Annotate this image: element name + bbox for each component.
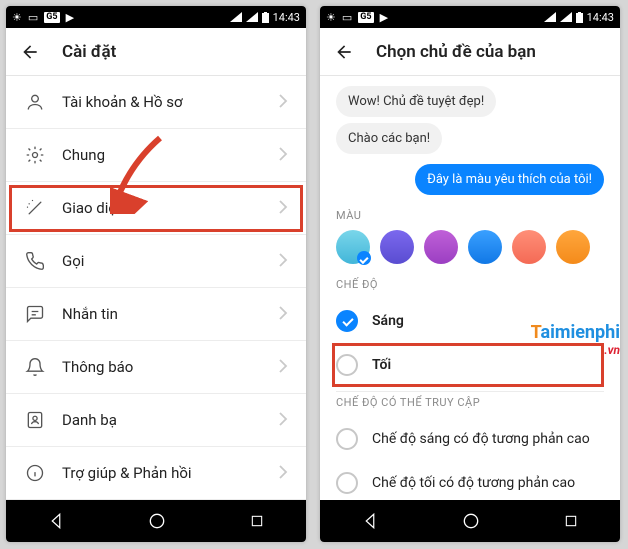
theme-body: Wow! Chủ đề tuyệt đẹp! Chào các bạn! Đây… xyxy=(320,76,620,500)
app-header: Cài đặt xyxy=(6,28,306,76)
battery-icon xyxy=(576,12,583,23)
color-swatches xyxy=(336,230,604,264)
page-title: Cài đặt xyxy=(62,42,116,62)
signal-icon xyxy=(246,12,258,22)
signal-icon xyxy=(544,12,556,22)
nav-recent-icon[interactable] xyxy=(563,513,579,529)
chevron-right-icon xyxy=(278,305,288,324)
preview-bubble-outgoing: Đây là màu yêu thích của tôi! xyxy=(415,164,604,195)
status-bar: ☀ ▭ G5 ▶ 14:43 xyxy=(320,6,620,28)
chevron-right-icon xyxy=(278,358,288,377)
phone-left: ☀ ▭ G5 ▶ 14:43 Cài đặt Tài khoản & Hồ sơ xyxy=(6,6,306,542)
swatch-orange[interactable] xyxy=(556,230,590,264)
preview-bubble-incoming: Wow! Chủ đề tuyệt đẹp! xyxy=(336,86,496,117)
chevron-right-icon xyxy=(278,146,288,165)
radio-label: Chế độ sáng có độ tương phản cao xyxy=(372,431,590,447)
brightness-icon: ☀ xyxy=(12,11,22,24)
brightness-icon: ☀ xyxy=(326,11,336,24)
row-contacts[interactable]: Danh bạ xyxy=(6,394,306,447)
android-navbar xyxy=(320,500,620,542)
mode-hc-dark[interactable]: Chế độ tối có độ tương phản cao xyxy=(336,461,604,500)
radio-label: Chế độ tối có độ tương phản cao xyxy=(372,475,575,491)
radio-label: Tối xyxy=(372,357,391,373)
section-mode-label: CHẾ ĐỘ xyxy=(336,278,604,291)
radio-icon xyxy=(336,310,358,332)
gear-icon xyxy=(24,145,46,165)
badge-icon: G5 xyxy=(358,12,373,23)
android-navbar xyxy=(6,500,306,542)
chat-icon xyxy=(24,304,46,324)
nav-home-icon[interactable] xyxy=(461,511,481,531)
mode-dark[interactable]: Tối xyxy=(332,343,604,387)
chevron-right-icon xyxy=(278,252,288,271)
youtube-icon: ▶ xyxy=(380,11,388,24)
radio-icon xyxy=(336,472,358,494)
back-icon[interactable] xyxy=(20,42,40,62)
nav-recent-icon[interactable] xyxy=(249,513,265,529)
phone-right: ☀ ▭ G5 ▶ 14:43 Chọn chủ đề của bạn Wow! … xyxy=(320,6,620,542)
section-a11y-label: CHẾ ĐỘ CÓ THỂ TRUY CẬP xyxy=(336,396,604,409)
status-time: 14:43 xyxy=(273,11,300,24)
chevron-right-icon xyxy=(278,93,288,112)
swatch-coral[interactable] xyxy=(512,230,546,264)
back-icon[interactable] xyxy=(334,42,354,62)
radio-icon xyxy=(336,354,358,376)
signal-icon xyxy=(230,12,242,22)
status-time: 14:43 xyxy=(587,11,614,24)
badge-icon: G5 xyxy=(44,12,59,23)
cast-icon: ▭ xyxy=(342,11,352,24)
row-label: Thông báo xyxy=(62,358,133,376)
signal-icon xyxy=(560,12,572,22)
battery-icon xyxy=(262,12,269,23)
row-label: Giao diện xyxy=(62,199,125,217)
chevron-right-icon xyxy=(278,464,288,483)
section-color-label: MÀU xyxy=(336,209,604,222)
radio-icon xyxy=(336,428,358,450)
contacts-icon xyxy=(24,410,46,430)
row-label: Chung xyxy=(62,146,105,164)
radio-label: Sáng xyxy=(372,313,404,329)
divider xyxy=(336,391,604,392)
page-title: Chọn chủ đề của bạn xyxy=(376,42,536,62)
row-label: Danh bạ xyxy=(62,411,117,429)
row-messaging[interactable]: Nhắn tin xyxy=(6,288,306,341)
nav-back-icon[interactable] xyxy=(361,512,379,530)
row-help[interactable]: Trợ giúp & Phản hồi xyxy=(6,447,306,500)
preview-bubble-incoming: Chào các bạn! xyxy=(336,123,442,154)
settings-list: Tài khoản & Hồ sơ Chung Giao diện xyxy=(6,76,306,500)
nav-back-icon[interactable] xyxy=(47,512,65,530)
info-icon xyxy=(24,463,46,483)
cast-icon: ▭ xyxy=(28,11,38,24)
mode-hc-light[interactable]: Chế độ sáng có độ tương phản cao xyxy=(336,417,604,461)
swatch-purple[interactable] xyxy=(424,230,458,264)
row-theme[interactable]: Giao diện xyxy=(6,182,306,235)
wand-icon xyxy=(24,198,46,218)
status-bar: ☀ ▭ G5 ▶ 14:43 xyxy=(6,6,306,28)
row-notifications[interactable]: Thông báo xyxy=(6,341,306,394)
row-account[interactable]: Tài khoản & Hồ sơ xyxy=(6,76,306,129)
row-label: Tài khoản & Hồ sơ xyxy=(62,93,183,111)
chevron-right-icon xyxy=(278,411,288,430)
chevron-right-icon xyxy=(278,199,288,218)
nav-home-icon[interactable] xyxy=(147,511,167,531)
swatch-cyan[interactable] xyxy=(336,230,370,264)
mode-light[interactable]: Sáng xyxy=(336,299,604,343)
phone-icon xyxy=(24,251,46,271)
bell-icon xyxy=(24,357,46,377)
row-general[interactable]: Chung xyxy=(6,129,306,182)
swatch-indigo[interactable] xyxy=(380,230,414,264)
row-calling[interactable]: Gọi xyxy=(6,235,306,288)
row-label: Gọi xyxy=(62,252,84,270)
person-icon xyxy=(24,92,46,112)
youtube-icon: ▶ xyxy=(66,11,74,24)
row-label: Nhắn tin xyxy=(62,305,118,323)
app-header: Chọn chủ đề của bạn xyxy=(320,28,620,76)
row-label: Trợ giúp & Phản hồi xyxy=(62,464,192,482)
swatch-blue[interactable] xyxy=(468,230,502,264)
